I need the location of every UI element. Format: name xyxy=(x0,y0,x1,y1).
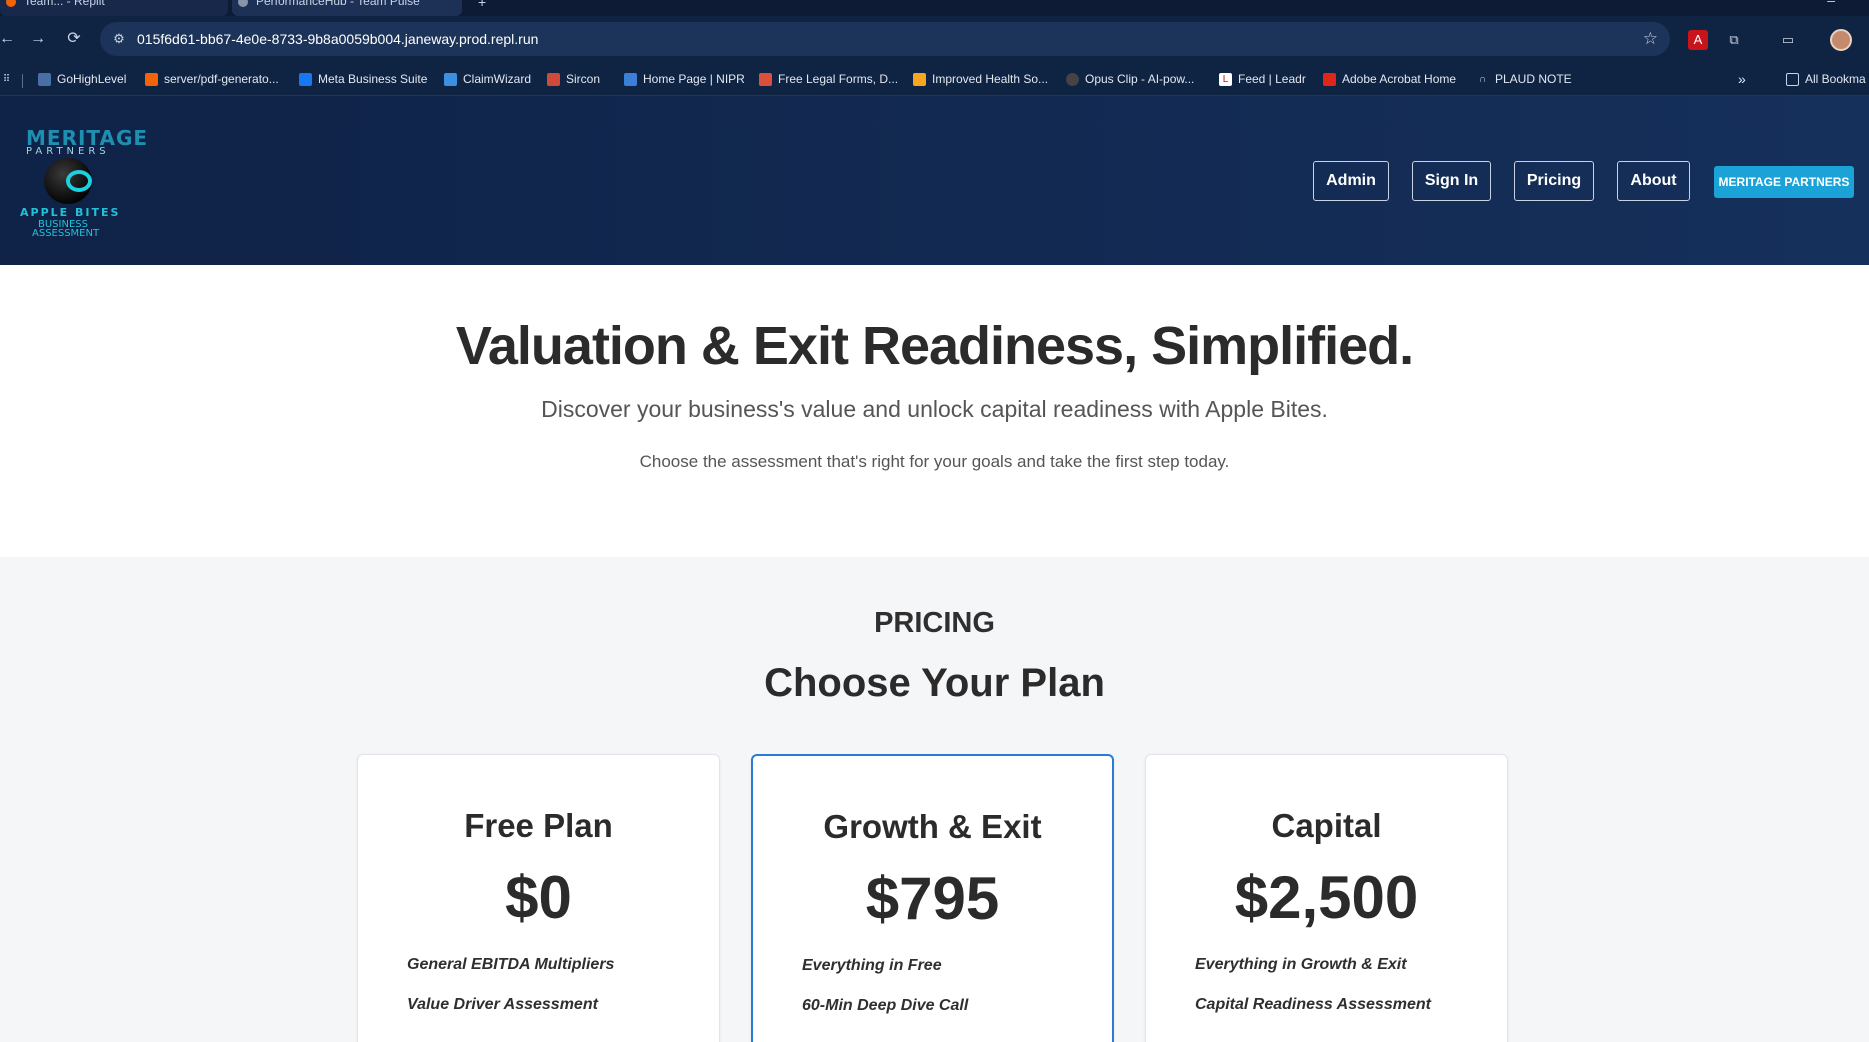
plan-card-free[interactable]: Free Plan $0 General EBITDA Multipliers … xyxy=(357,754,720,1042)
plan-card-capital[interactable]: Capital $2,500 Everything in Growth & Ex… xyxy=(1145,754,1508,1042)
claimwizard-icon xyxy=(444,72,457,86)
leadr-icon: L xyxy=(1219,72,1232,86)
reload-icon[interactable]: ⟳ xyxy=(63,28,85,50)
opus-clip-icon xyxy=(1066,72,1079,86)
plan-price: $0 xyxy=(505,864,572,931)
extensions-puzzle-icon[interactable]: ⧉ xyxy=(1724,30,1744,50)
apple-bite-ring-icon xyxy=(66,170,92,192)
gohighlevel-icon xyxy=(38,72,51,86)
hero-subtitle: Discover your business's value and unloc… xyxy=(541,396,1328,422)
cast-icon[interactable]: ▭ xyxy=(1778,30,1798,50)
nav-admin-button[interactable]: Admin xyxy=(1313,161,1389,201)
hero-section: Valuation & Exit Readiness, Simplified. … xyxy=(0,265,1869,557)
adobe-acrobat-icon xyxy=(1323,72,1336,86)
new-tab-button[interactable]: + xyxy=(478,0,486,10)
bookmark-adobe-acrobat[interactable]: Adobe Acrobat Home xyxy=(1323,71,1456,87)
pricing-eyebrow: PRICING xyxy=(874,607,995,639)
minimize-icon[interactable]: – xyxy=(1827,0,1835,8)
plaud-icon: ∩ xyxy=(1478,73,1487,85)
site-favicon-icon xyxy=(238,0,248,7)
bookmark-sircon[interactable]: Sircon xyxy=(547,71,600,87)
bookmarks-bar: ⠿ GoHighLevel server/pdf-generato... Met… xyxy=(0,62,1869,96)
adobe-pdf-extension-icon[interactable]: A xyxy=(1688,30,1708,50)
folder-icon xyxy=(1786,72,1799,86)
logo-partners-text: PARTNERS xyxy=(26,146,110,157)
sircon-icon xyxy=(547,72,560,86)
plan-feature: Value Driver Assessment xyxy=(407,996,598,1013)
bookmark-nipr[interactable]: Home Page | NIPR xyxy=(624,71,745,87)
replit-icon xyxy=(145,72,158,86)
address-bar[interactable]: ⚙ 015f6d61-bb67-4e0e-8733-9b8a0059b004.j… xyxy=(100,22,1670,56)
apple-bites-logo[interactable]: MERITAGE PARTNERS APPLE BITES BUSINESS A… xyxy=(18,126,147,239)
plan-feature: 60-Min Deep Dive Call xyxy=(802,997,969,1014)
more-bookmarks-chevron-icon[interactable]: » xyxy=(1738,71,1746,87)
plan-feature: Everything in Free xyxy=(802,957,942,974)
apps-grid-icon[interactable]: ⠿ xyxy=(0,71,19,87)
bookmark-gohighlevel[interactable]: GoHighLevel xyxy=(38,71,126,87)
logo-assessment-text: ASSESSMENT xyxy=(32,228,100,239)
pricing-title: Choose Your Plan xyxy=(764,661,1105,705)
bookmark-meta-business-suite[interactable]: Meta Business Suite xyxy=(299,71,427,87)
site-info-icon[interactable]: ⚙ xyxy=(110,30,128,48)
bookmarks-divider xyxy=(22,74,23,88)
plan-feature: Capital Readiness Assessment xyxy=(1195,996,1431,1013)
all-bookmarks-folder[interactable]: All Bookma xyxy=(1786,71,1866,87)
bookmark-improved-health[interactable]: Improved Health So... xyxy=(913,71,1048,87)
nav-pricing-button[interactable]: Pricing xyxy=(1514,161,1594,201)
browser-tab-label: PerformanceHub - Team Pulse xyxy=(256,0,420,8)
site-header: MERITAGE PARTNERS APPLE BITES BUSINESS A… xyxy=(0,96,1869,265)
plan-price: $795 xyxy=(865,865,1000,932)
pricing-section: PRICING Choose Your Plan Free Plan $0 Ge… xyxy=(0,557,1869,1042)
plan-feature: Everything in Growth & Exit xyxy=(1195,956,1407,973)
plan-feature: General EBITDA Multipliers xyxy=(407,956,615,973)
browser-tab-strip: Team... - Replit PerformanceHub - Team P… xyxy=(0,0,1869,16)
browser-tab-label: Team... - Replit xyxy=(24,0,105,8)
heart-shield-icon xyxy=(913,72,926,86)
back-icon[interactable]: ← xyxy=(0,28,18,50)
meta-icon xyxy=(299,72,312,86)
bookmark-star-icon[interactable]: ☆ xyxy=(1643,29,1658,49)
browser-toolbar: ← → ⟳ ⚙ 015f6d61-bb67-4e0e-8733-9b8a0059… xyxy=(0,16,1869,62)
plan-name: Capital xyxy=(1271,807,1382,844)
profile-avatar[interactable] xyxy=(1830,29,1852,51)
forward-icon[interactable]: → xyxy=(27,28,49,50)
plan-name: Growth & Exit xyxy=(823,808,1042,845)
bookmark-leadr[interactable]: L Feed | Leadr xyxy=(1219,71,1306,87)
plan-card-growth-exit[interactable]: Growth & Exit $795 Everything in Free 60… xyxy=(751,754,1114,1042)
hero-tagline: Choose the assessment that's right for y… xyxy=(639,452,1230,471)
bookmark-free-legal-forms[interactable]: Free Legal Forms, D... xyxy=(759,71,898,87)
browser-tab[interactable]: Team... - Replit xyxy=(0,0,228,16)
meritage-partners-button[interactable]: MERITAGE PARTNERS xyxy=(1714,166,1854,198)
logo-apple-bites-text: APPLE BITES xyxy=(20,206,121,219)
bookmark-plaud-note[interactable]: ∩ PLAUD NOTE xyxy=(1476,71,1572,87)
legal-forms-icon xyxy=(759,72,772,86)
browser-tab-active[interactable]: PerformanceHub - Team Pulse xyxy=(232,0,462,16)
bookmark-claimwizard[interactable]: ClaimWizard xyxy=(444,71,531,87)
bookmark-pdf-generator[interactable]: server/pdf-generato... xyxy=(145,71,279,87)
nipr-icon xyxy=(624,72,637,86)
plan-name: Free Plan xyxy=(464,807,613,844)
bookmark-opus-clip[interactable]: Opus Clip - AI-pow... xyxy=(1066,71,1194,87)
url-text[interactable]: 015f6d61-bb67-4e0e-8733-9b8a0059b004.jan… xyxy=(137,31,538,47)
hero-title: Valuation & Exit Readiness, Simplified. xyxy=(455,316,1414,376)
plan-price: $2,500 xyxy=(1234,864,1419,931)
nav-about-button[interactable]: About xyxy=(1617,161,1690,201)
replit-favicon-icon xyxy=(6,0,16,7)
nav-sign-in-button[interactable]: Sign In xyxy=(1412,161,1491,201)
